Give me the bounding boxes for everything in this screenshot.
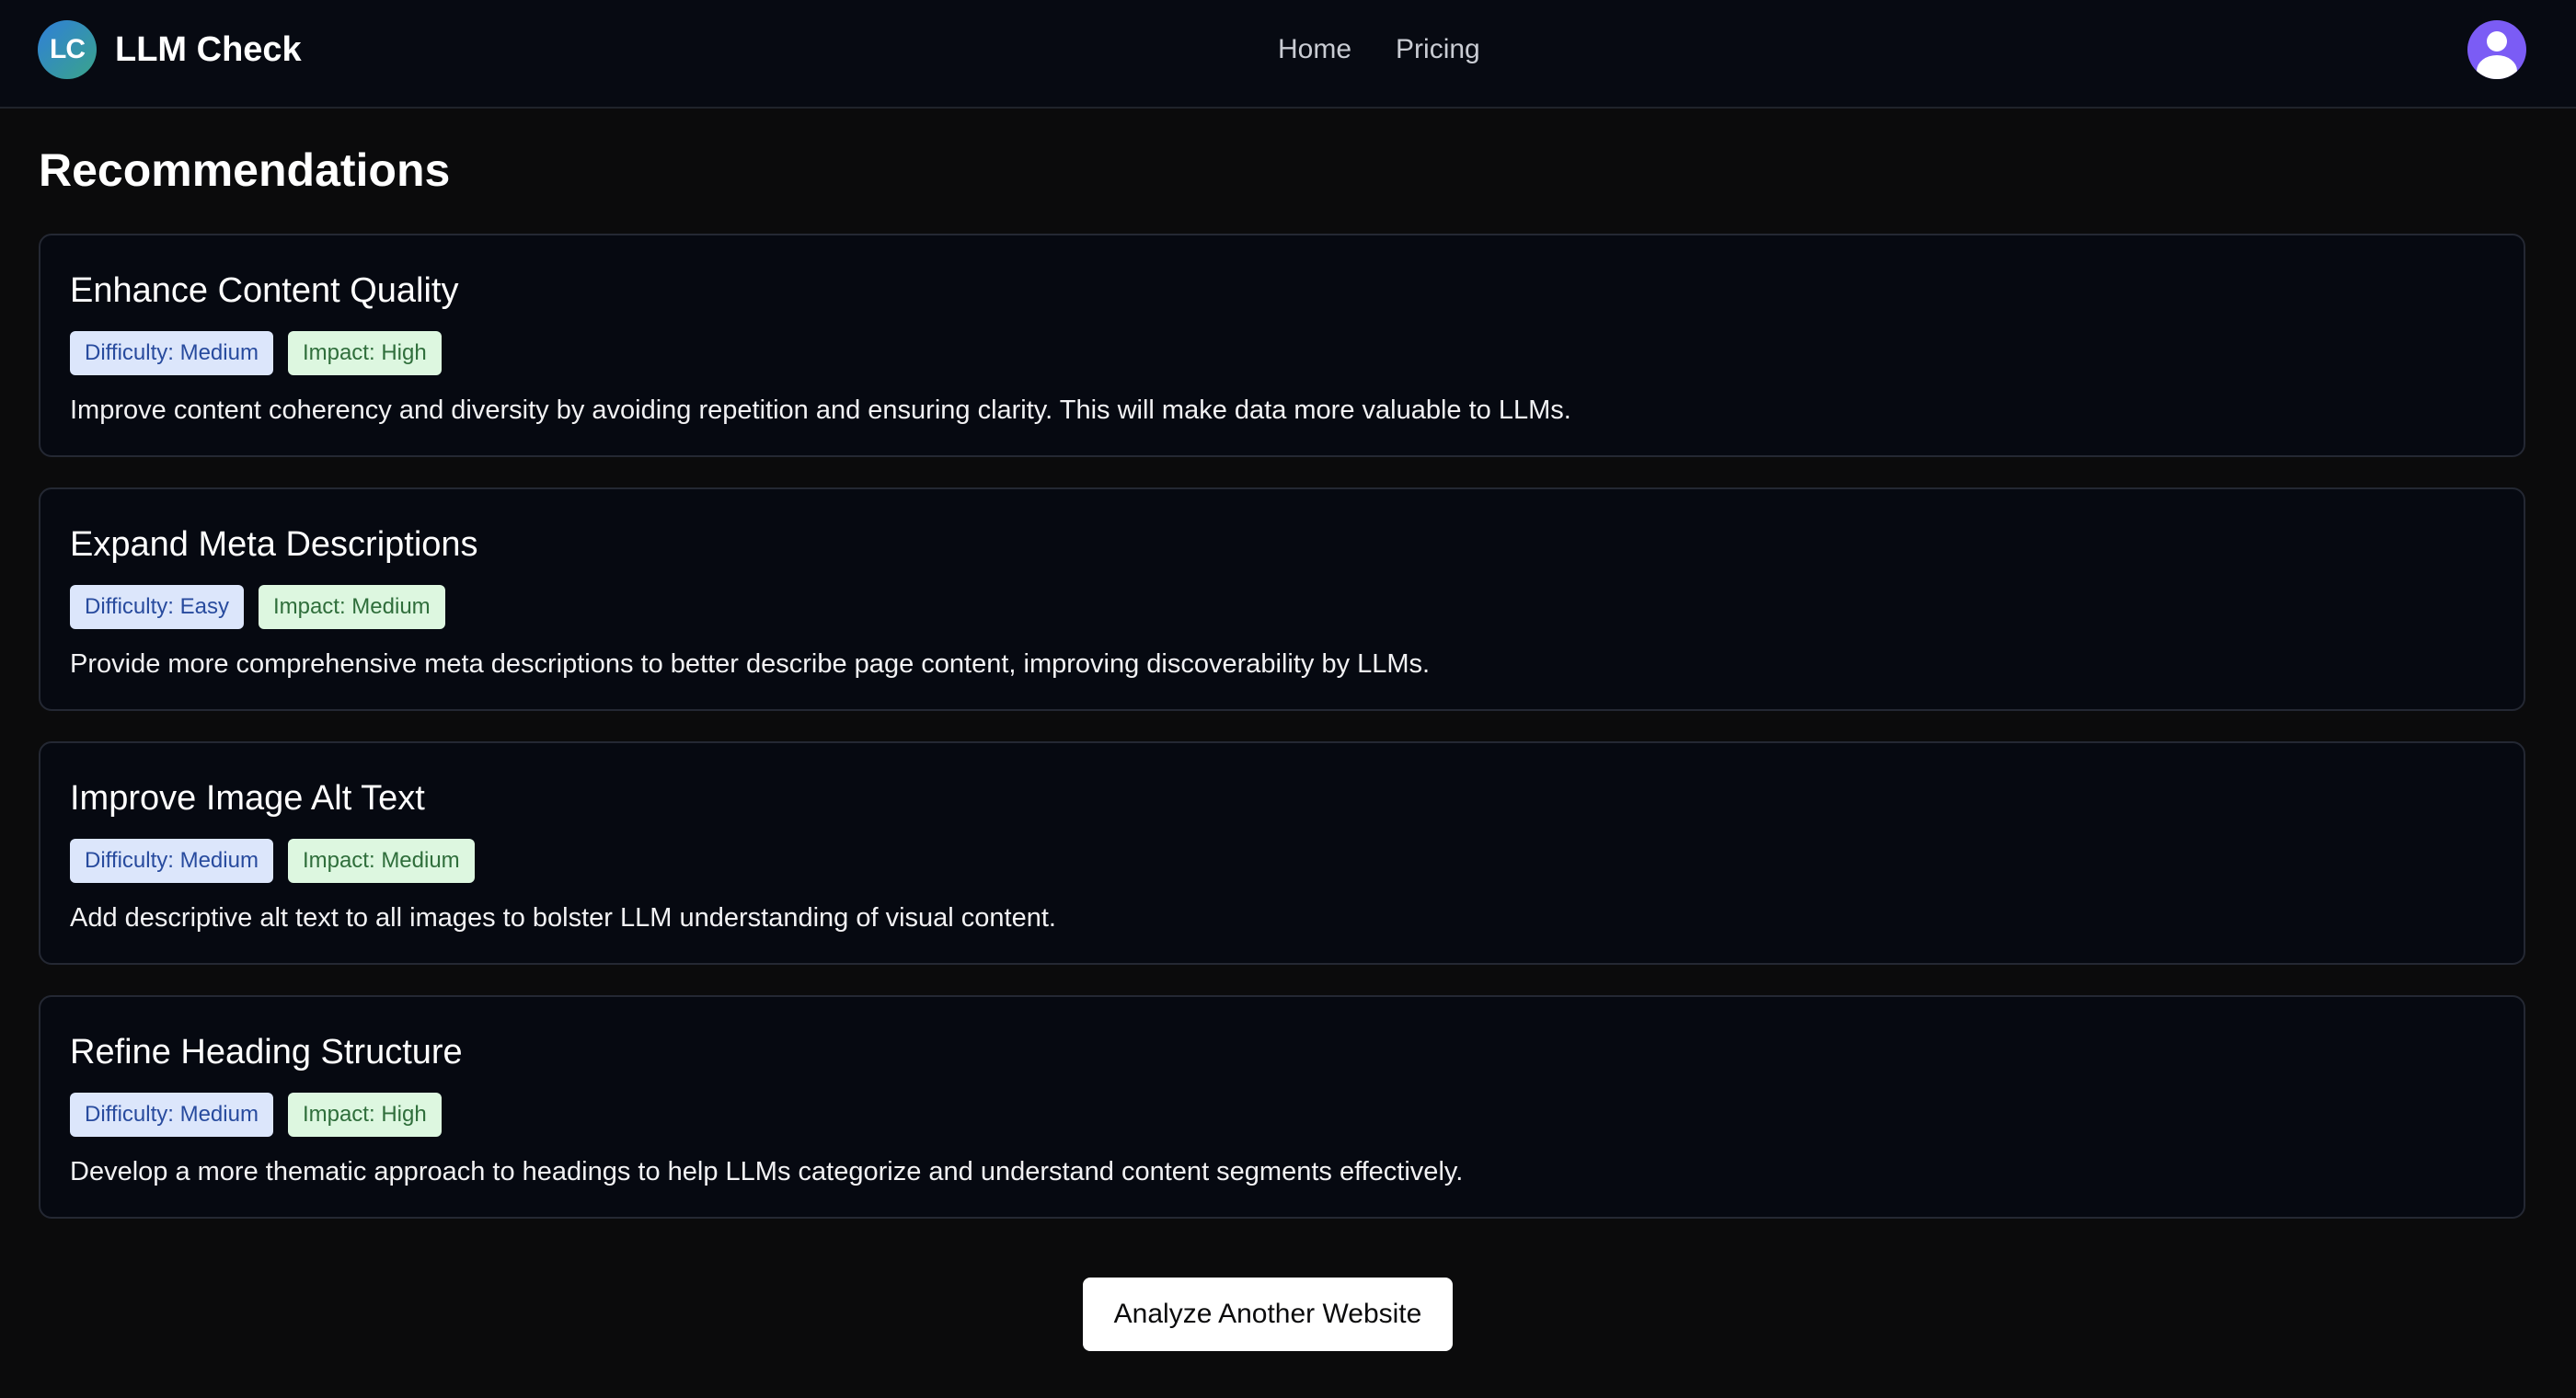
impact-badge: Impact: High	[287, 1093, 442, 1137]
nav-link-pricing[interactable]: Pricing	[1396, 31, 1480, 68]
nav-link-home[interactable]: Home	[1278, 31, 1351, 68]
recommendation-title: Improve Image Alt Text	[70, 779, 425, 818]
recommendations-heading: Recommendations	[39, 144, 451, 196]
avatar-head-shape	[2487, 31, 2507, 52]
main-nav: Home Pricing	[1278, 31, 1524, 68]
recommendation-badges: Difficulty: Medium Impact: High	[70, 331, 2494, 375]
recommendation-title: Enhance Content Quality	[70, 271, 459, 310]
app-name: LLM Check	[115, 29, 302, 69]
recommendation-badges: Difficulty: Medium Impact: High	[70, 1093, 2494, 1137]
difficulty-badge: Difficulty: Medium	[70, 839, 273, 883]
recommendation-card: Improve Image Alt Text Difficulty: Mediu…	[39, 741, 2525, 965]
recommendation-description: Add descriptive alt text to all images t…	[70, 903, 1056, 933]
brand-logo: LC	[38, 20, 97, 79]
recommendation-card: Enhance Content Quality Difficulty: Medi…	[39, 234, 2525, 457]
impact-badge: Impact: Medium	[287, 839, 475, 883]
recommendation-description: Improve content coherency and diversity …	[70, 395, 1571, 425]
recommendation-description: Develop a more thematic approach to head…	[70, 1157, 1464, 1186]
recommendation-card: Expand Meta Descriptions Difficulty: Eas…	[39, 487, 2525, 711]
user-avatar-icon[interactable]	[2467, 20, 2526, 79]
brand-link[interactable]: LC LLM Check	[38, 20, 302, 79]
top-navbar: LC LLM Check Home Pricing	[0, 0, 2576, 109]
difficulty-badge: Difficulty: Medium	[70, 331, 273, 375]
impact-badge: Impact: High	[287, 331, 442, 375]
analyze-another-website-button[interactable]: Analyze Another Website	[1083, 1278, 1453, 1351]
avatar-body-shape	[2477, 55, 2517, 79]
impact-badge: Impact: Medium	[258, 585, 445, 629]
difficulty-badge: Difficulty: Medium	[70, 1093, 273, 1137]
recommendation-title: Refine Heading Structure	[70, 1033, 463, 1071]
recommendation-card: Refine Heading Structure Difficulty: Med…	[39, 995, 2525, 1219]
recommendations-list: Enhance Content Quality Difficulty: Medi…	[39, 234, 2525, 1249]
recommendation-title: Expand Meta Descriptions	[70, 525, 478, 564]
recommendation-description: Provide more comprehensive meta descript…	[70, 649, 1431, 679]
recommendation-badges: Difficulty: Easy Impact: Medium	[70, 585, 2494, 629]
difficulty-badge: Difficulty: Easy	[70, 585, 244, 629]
recommendation-badges: Difficulty: Medium Impact: Medium	[70, 839, 2494, 883]
